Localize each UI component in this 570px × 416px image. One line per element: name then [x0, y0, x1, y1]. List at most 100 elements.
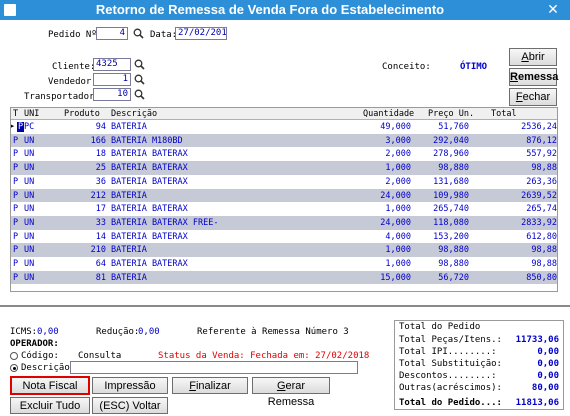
codigo-radio[interactable]	[10, 352, 18, 360]
col-header-t[interactable]: T	[13, 109, 18, 119]
transportador-field[interactable]: 10	[93, 88, 131, 101]
cell-total: 2639,52	[521, 190, 557, 201]
cell-preco: 278,960	[433, 149, 469, 160]
cell-preco: 98,880	[438, 163, 469, 174]
cell-descricao: BATERIA BATERAX	[111, 231, 188, 242]
col-header-uni[interactable]: UNI	[24, 109, 39, 119]
cell-qtd: 1,000	[385, 204, 411, 215]
reducao-label: Redução:	[96, 327, 140, 337]
cell-qtd: 2,000	[385, 149, 411, 160]
cell-t: P	[13, 217, 19, 228]
icms-label: ICMS:	[10, 327, 38, 337]
table-row[interactable]: P UN 81 BATERIA 15,000 56,720 850,80	[11, 270, 557, 285]
conceito-label: Conceito:	[382, 62, 431, 72]
close-icon[interactable]: ✕	[542, 0, 564, 20]
table-row[interactable]: P UN 17 BATERIA BATERAX 1,000 265,740 265,74	[11, 202, 557, 216]
cell-descricao: BATERIA	[111, 122, 147, 132]
cell-produto: 64	[95, 259, 106, 269]
cell-uni: UN	[24, 149, 35, 160]
cell-total: 98,88	[531, 259, 557, 269]
cell-t: P	[13, 259, 19, 269]
cell-t: P	[13, 231, 19, 242]
search-icon[interactable]	[134, 59, 145, 70]
items-grid[interactable]: T UNI Produto Descrição Quantidade Preço…	[10, 107, 558, 292]
table-row[interactable]: P UN 25 BATERIA BATERAX 1,000 98,880 98,88	[11, 161, 557, 175]
pedido-field[interactable]: 4	[96, 27, 128, 40]
excluir-tudo-button[interactable]: Excluir Tudo	[10, 397, 90, 414]
search-icon[interactable]	[134, 74, 145, 85]
cell-t: P	[13, 245, 19, 256]
table-row[interactable]: P UN 36 BATERIA BATERAX 2,000 131,680 263,36	[11, 175, 557, 189]
cell-preco: 98,880	[438, 259, 469, 269]
table-row[interactable]: P UN 212 BATERIA 24,000 109,980 2639,52	[11, 188, 557, 203]
search-icon[interactable]	[134, 89, 145, 100]
cell-uni: UN	[24, 272, 35, 283]
table-row[interactable]: P UN 18 BATERIA BATERAX 2,000 278,960 557,92	[11, 147, 557, 161]
remessa-button[interactable]: Remessa	[509, 68, 558, 86]
col-header-preco[interactable]: Preço Un.	[428, 109, 474, 119]
descricao-radio[interactable]	[10, 364, 18, 372]
cell-total: 557,92	[526, 149, 557, 160]
cell-produto: 33	[95, 217, 106, 228]
row-pointer-icon: ▶	[10, 122, 15, 130]
cell-preco: 109,980	[433, 190, 469, 201]
fechar-button[interactable]: Fechar	[509, 88, 557, 106]
cell-produto: 166	[90, 135, 106, 146]
descricao-field[interactable]	[70, 361, 358, 374]
search-icon[interactable]	[133, 28, 144, 39]
codigo-value: Consulta	[78, 351, 122, 361]
divider	[0, 305, 570, 307]
cell-produto: 14	[95, 231, 106, 242]
abrir-button[interactable]: Abrir	[509, 48, 557, 66]
cell-produto: 81	[95, 272, 106, 283]
reducao-value: 0,00	[138, 327, 160, 337]
cell-produto: 18	[95, 149, 106, 160]
cell-preco: 292,040	[433, 135, 469, 146]
cell-t: P	[13, 176, 19, 187]
cell-t: P	[13, 163, 19, 174]
esc-voltar-button[interactable]: (ESC) Voltar	[92, 397, 168, 414]
table-row[interactable]: P UN 64 BATERIA BATERAX 1,000 98,880 98,88	[11, 257, 557, 271]
cell-uni: UN	[24, 259, 35, 269]
cell-produto: 17	[95, 204, 106, 215]
cell-total: 850,80	[526, 272, 557, 283]
col-header-quantidade[interactable]: Quantidade	[363, 109, 414, 119]
operador-label: OPERADOR:	[10, 339, 59, 349]
col-header-produto[interactable]: Produto	[64, 109, 100, 119]
cell-total: 265,74	[526, 204, 557, 215]
cell-t: P	[13, 190, 19, 201]
table-row[interactable]: P UN 166 BATERIA M180BD 3,000 292,040 876,12	[11, 133, 557, 148]
table-row[interactable]: P UN 33 BATERIA BATERAX FREE- 24,000 118,080 2…	[11, 215, 557, 230]
cliente-label: Cliente:	[52, 62, 96, 72]
col-header-descricao[interactable]: Descrição	[111, 109, 157, 119]
totals-panel: Total do Pedido Total Peças/Itens.: 11733…	[394, 320, 564, 410]
cell-total: 612,80	[526, 231, 557, 242]
cell-preco: 118,080	[433, 217, 469, 228]
cell-total: 876,12	[526, 135, 557, 146]
vendedor-field[interactable]: 1	[93, 73, 131, 86]
data-field[interactable]: 27/02/2018	[175, 27, 227, 40]
table-row[interactable]: P UN 210 BATERIA 1,000 98,880 98,88	[11, 243, 557, 257]
transportador-label: Transportador:	[24, 92, 100, 102]
cell-produto: 210	[90, 245, 106, 256]
table-row[interactable]: P UN 14 BATERIA BATERAX 4,000 153,200 612,80	[11, 230, 557, 244]
cell-preco: 153,200	[433, 231, 469, 242]
cliente-field[interactable]: 4325	[93, 58, 131, 71]
table-row[interactable]: P PC 94 BATERIA 49,000 51,760 2536,24 ▶	[11, 120, 557, 134]
cell-qtd: 15,000	[380, 272, 411, 283]
cell-produto: 36	[95, 176, 106, 187]
cell-qtd: 1,000	[385, 163, 411, 174]
cell-descricao: BATERIA BATERAX	[111, 259, 188, 269]
cell-qtd: 2,000	[385, 176, 411, 187]
finalizar-button[interactable]: Finalizar	[172, 377, 248, 394]
gerar-remessa-button[interactable]: Gerar Remessa	[252, 377, 330, 408]
impressao-button[interactable]: Impressão	[92, 377, 168, 394]
col-header-total[interactable]: Total	[491, 109, 517, 119]
nota-fiscal-button[interactable]: Nota Fiscal	[10, 376, 90, 395]
cell-total: 98,88	[531, 245, 557, 256]
cell-uni: UN	[24, 135, 35, 146]
cell-total: 2536,24	[521, 122, 557, 132]
cell-descricao: BATERIA BATERAX	[111, 149, 188, 160]
conceito-value: ÓTIMO	[460, 62, 488, 72]
cell-t: P	[13, 135, 19, 146]
